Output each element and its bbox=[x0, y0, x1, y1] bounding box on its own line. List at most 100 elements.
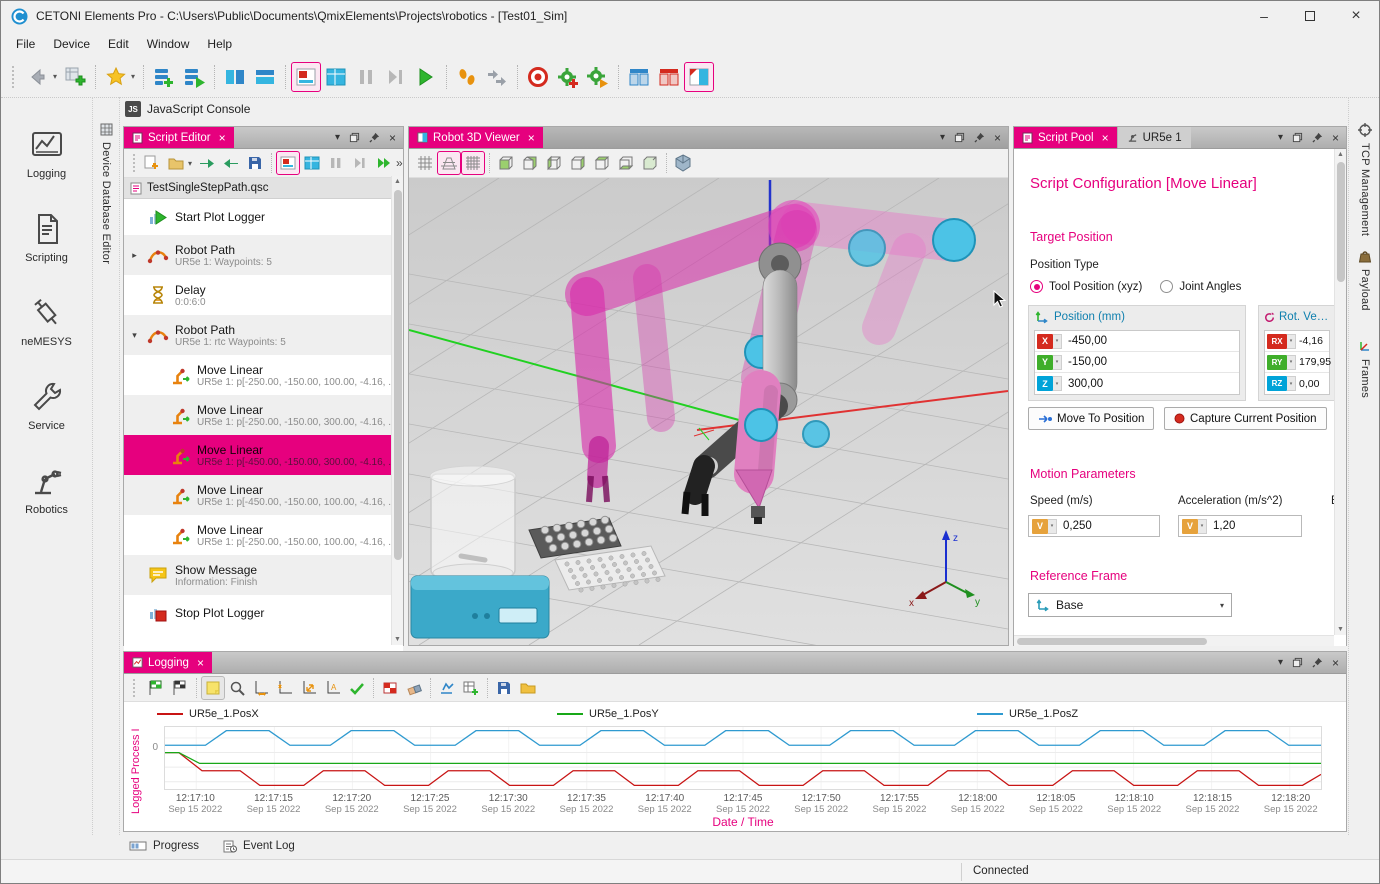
panel-pin-button[interactable] bbox=[974, 132, 985, 143]
view-top-button[interactable] bbox=[590, 151, 614, 175]
rotation-rz-field[interactable]: RZ▾ 0,00 bbox=[1265, 373, 1329, 394]
radio-tool-position[interactable] bbox=[1030, 280, 1043, 293]
tab-close-icon[interactable]: × bbox=[528, 131, 535, 145]
panel-menu-button[interactable]: ▾ bbox=[1278, 657, 1283, 668]
view-back-button[interactable] bbox=[518, 151, 542, 175]
script-view-button[interactable] bbox=[300, 151, 324, 175]
erase-button[interactable] bbox=[402, 676, 426, 700]
menu-window[interactable]: Window bbox=[138, 34, 199, 54]
chevron-expanded-icon[interactable]: ▾ bbox=[128, 330, 141, 341]
tab-script-editor[interactable]: Script Editor × bbox=[124, 127, 234, 148]
script-step-row[interactable]: Stop Plot Logger bbox=[124, 595, 403, 631]
position-y-value[interactable]: -150,00 bbox=[1062, 356, 1107, 368]
panel-float-button[interactable] bbox=[1292, 132, 1303, 143]
move-to-position-button[interactable]: Move To Position bbox=[1028, 407, 1154, 430]
acceleration-value[interactable]: 1,20 bbox=[1207, 520, 1235, 532]
speed-value[interactable]: 0,250 bbox=[1057, 520, 1092, 532]
toolbar-grip[interactable] bbox=[133, 154, 135, 172]
unit-dropdown-icon[interactable]: ▾ bbox=[1287, 334, 1296, 349]
import-script-button[interactable] bbox=[195, 151, 219, 175]
panel-float-button[interactable] bbox=[1292, 657, 1303, 668]
unit-dropdown-icon[interactable]: ▾ bbox=[1287, 376, 1296, 391]
clear-plot-button[interactable] bbox=[378, 676, 402, 700]
panel-close-button[interactable]: × bbox=[994, 131, 1001, 145]
sidebar-item-scripting[interactable]: Scripting bbox=[1, 195, 93, 279]
tab-javascript-console[interactable]: JS JavaScript Console bbox=[125, 101, 250, 117]
dock-splitter[interactable] bbox=[119, 97, 120, 835]
unit-dropdown-icon[interactable]: ▾ bbox=[1048, 519, 1057, 534]
script-pool-hscrollbar[interactable] bbox=[1014, 635, 1334, 646]
reference-frame-dropdown[interactable]: Base ▾ bbox=[1028, 593, 1232, 617]
script-record-button[interactable] bbox=[276, 151, 300, 175]
script-pool-vscrollbar[interactable]: ▲ ▼ bbox=[1334, 149, 1346, 635]
save-log-button[interactable] bbox=[492, 676, 516, 700]
script-run-button[interactable] bbox=[372, 151, 396, 175]
view-right-button[interactable] bbox=[566, 151, 590, 175]
script-step-row[interactable]: Show MessageInformation: Finish bbox=[124, 555, 403, 595]
add-channel-button[interactable] bbox=[459, 676, 483, 700]
panel-menu-button[interactable]: ▾ bbox=[940, 132, 945, 143]
view-iso-button[interactable] bbox=[638, 151, 662, 175]
panel-pin-button[interactable] bbox=[1312, 132, 1323, 143]
open-dropdown-icon[interactable]: ▾ bbox=[188, 159, 192, 168]
position-z-value[interactable]: 300,00 bbox=[1062, 378, 1103, 390]
script-step-row[interactable]: Move LinearUR5e 1: p[-250.00, -150.00, 1… bbox=[124, 515, 403, 555]
annotation-button[interactable] bbox=[201, 676, 225, 700]
robot-3d-scene[interactable]: z x y bbox=[409, 178, 1008, 645]
panel-menu-button[interactable]: ▾ bbox=[335, 132, 340, 143]
tab-robot-3d-viewer[interactable]: Robot 3D Viewer × bbox=[409, 127, 543, 148]
panel-float-button[interactable] bbox=[349, 132, 360, 143]
sidebar-item-logging[interactable]: Logging bbox=[1, 111, 93, 195]
dock-splitter[interactable] bbox=[1348, 97, 1349, 835]
toolbar-overflow-icon[interactable]: » bbox=[396, 156, 407, 170]
unit-dropdown-icon[interactable]: ▾ bbox=[1053, 376, 1062, 391]
panel-menu-button[interactable]: ▾ bbox=[1278, 132, 1283, 143]
zoom-button[interactable] bbox=[225, 676, 249, 700]
menu-file[interactable]: File bbox=[7, 34, 44, 54]
toolbar-grip[interactable] bbox=[12, 66, 18, 88]
unit-dropdown-icon[interactable]: ▾ bbox=[1053, 334, 1062, 349]
unit-dropdown-icon[interactable]: ▾ bbox=[1287, 355, 1296, 370]
back-button[interactable] bbox=[23, 62, 53, 92]
rotation-ry-value[interactable]: 179,95 bbox=[1296, 356, 1331, 368]
new-device-list-button[interactable] bbox=[149, 62, 179, 92]
panel-pin-button[interactable] bbox=[369, 132, 380, 143]
tab-close-icon[interactable]: × bbox=[219, 131, 226, 145]
tab-progress[interactable]: Progress bbox=[129, 840, 199, 852]
zoom-y-axis-button[interactable] bbox=[273, 676, 297, 700]
step-script-button[interactable] bbox=[381, 62, 411, 92]
close-button[interactable]: × bbox=[1333, 1, 1379, 31]
zoom-fit-button[interactable] bbox=[297, 676, 321, 700]
export-script-button[interactable] bbox=[219, 151, 243, 175]
sidebar-item-nemesys[interactable]: neMESYS bbox=[1, 279, 93, 363]
tab-frames[interactable]: Frames bbox=[1353, 339, 1377, 398]
menu-help[interactable]: Help bbox=[198, 34, 241, 54]
panel-layout-alt-button[interactable] bbox=[654, 62, 684, 92]
pause-script-button[interactable] bbox=[351, 62, 381, 92]
position-y-field[interactable]: Y▾ -150,00 bbox=[1035, 352, 1239, 373]
menu-device[interactable]: Device bbox=[44, 34, 99, 54]
script-step-row[interactable]: Move LinearUR5e 1: p[-450.00, -150.00, 3… bbox=[124, 435, 403, 475]
plot-area[interactable] bbox=[164, 726, 1322, 790]
tab-close-icon[interactable]: × bbox=[1102, 131, 1109, 145]
view-left-button[interactable] bbox=[542, 151, 566, 175]
tab-ur5e-1[interactable]: UR5e 1 bbox=[1117, 127, 1191, 148]
panel-layout-button[interactable] bbox=[624, 62, 654, 92]
acceleration-field[interactable]: V▾ 1,20 bbox=[1178, 515, 1302, 537]
tab-script-pool[interactable]: Script Pool × bbox=[1014, 127, 1117, 148]
back-dropdown-icon[interactable]: ▾ bbox=[53, 72, 57, 81]
open-log-folder-button[interactable] bbox=[516, 676, 540, 700]
panel-pin-button[interactable] bbox=[1312, 657, 1323, 668]
flow-view-button[interactable] bbox=[220, 62, 250, 92]
sidebar-item-service[interactable]: Service bbox=[1, 363, 93, 447]
chevron-collapsed-icon[interactable]: ▸ bbox=[128, 250, 141, 261]
record-view-button[interactable] bbox=[291, 62, 321, 92]
script-step-row[interactable]: Move LinearUR5e 1: p[-450.00, -150.00, 1… bbox=[124, 475, 403, 515]
capture-current-position-button[interactable]: Capture Current Position bbox=[1164, 407, 1327, 430]
panel-close-button[interactable]: × bbox=[1332, 131, 1339, 145]
script-step-row[interactable]: Start Plot Logger bbox=[124, 199, 403, 235]
stop-logging-button[interactable] bbox=[168, 676, 192, 700]
position-x-field[interactable]: X▾ -450,00 bbox=[1035, 331, 1239, 352]
export-plot-button[interactable] bbox=[435, 676, 459, 700]
zoom-x-axis-button[interactable] bbox=[249, 676, 273, 700]
